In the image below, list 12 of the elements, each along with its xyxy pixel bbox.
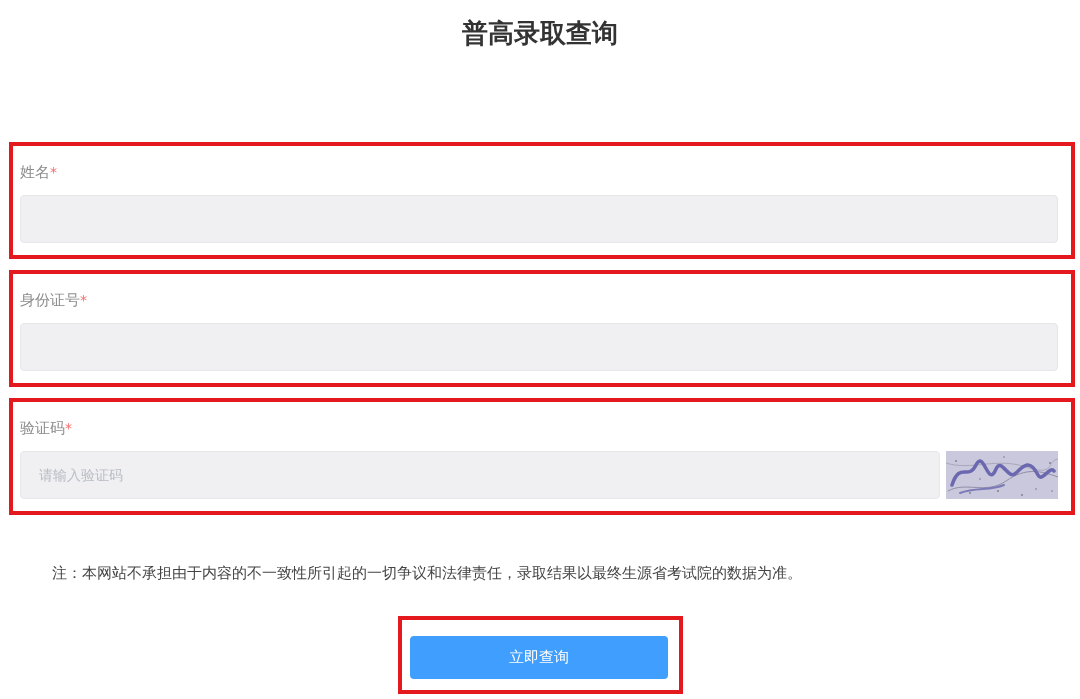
field-label: 身份证号	[20, 290, 80, 310]
captcha-image[interactable]	[946, 451, 1058, 499]
text-input-field[interactable]	[20, 323, 1058, 371]
field-label: 验证码	[20, 418, 65, 438]
required-mark: *	[80, 291, 87, 310]
text-input-field[interactable]	[20, 195, 1058, 243]
required-mark: *	[65, 419, 72, 438]
disclaimer-note: 注：本网站不承担由于内容的不一致性所引起的一切争议和法律责任，录取结果以最终生源省考试院的数据为准。	[52, 563, 803, 583]
page-title: 普高录取查询	[461, 17, 619, 48]
query-button[interactable]: 立即查询	[409, 636, 668, 679]
required-mark: *	[50, 163, 57, 182]
field-label: 姓名	[20, 162, 50, 182]
